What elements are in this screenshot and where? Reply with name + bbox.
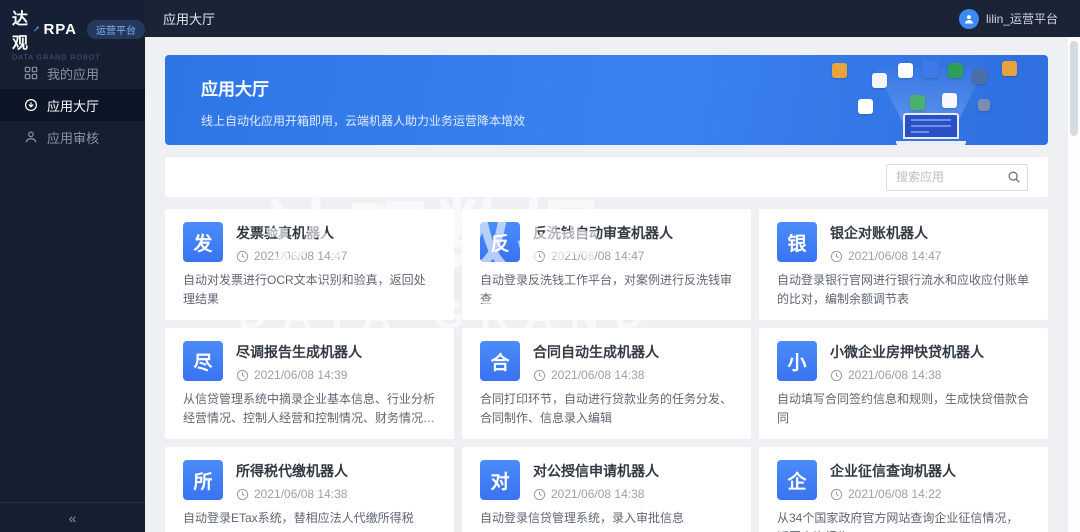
app-icon: 尽 — [183, 341, 223, 381]
brand-logo: 达观 RPA 运营平台 DATA GRAND ROBOT — [0, 0, 145, 37]
app-icon: 合 — [480, 341, 520, 381]
clock-icon — [236, 488, 249, 501]
app-time: 2021/06/08 14:38 — [551, 368, 644, 382]
app-description: 合同打印环节，自动进行贷款业务的任务分发、合同制作、信息录入编辑 — [480, 390, 733, 427]
app-time: 2021/06/08 14:22 — [848, 487, 941, 501]
app-card-grid: 发 发票验真机器人 2021/06/08 14:47 自动对发票进行OCR文本识… — [165, 209, 1048, 532]
app-title: 对公授信申请机器人 — [533, 461, 659, 481]
app-card-bank-reconcile[interactable]: 银 银企对账机器人 2021/06/08 14:47 自动登录银行官网进行银行流… — [759, 209, 1048, 320]
app-icon: 反 — [480, 222, 520, 262]
app-time: 2021/06/08 14:47 — [254, 249, 347, 263]
app-icon: 小 — [777, 341, 817, 381]
main-content: 应用大厅 线上自动化应用开箱即用，云端机器人助力业务运营降本增效 — [145, 37, 1068, 532]
app-hall-banner: 应用大厅 线上自动化应用开箱即用，云端机器人助力业务运营降本增效 — [165, 55, 1048, 145]
clock-icon — [236, 369, 249, 382]
sidebar-item-label: 我的应用 — [47, 64, 99, 83]
collapse-icon: « — [69, 510, 77, 526]
sidebar-item-app-audit[interactable]: 应用审核 — [0, 121, 145, 153]
app-card-corp-credit-apply[interactable]: 对 对公授信申请机器人 2021/06/08 14:38 自动登录信贷管理系统，… — [462, 447, 751, 532]
folder-icon — [1002, 61, 1017, 76]
app-icon: 对 — [480, 460, 520, 500]
app-card-credit-inquiry[interactable]: 企 企业征信查询机器人 2021/06/08 14:22 从34个国家政府官方网… — [759, 447, 1048, 532]
sidebar-item-label: 应用审核 — [47, 128, 99, 147]
app-icon: 所 — [183, 460, 223, 500]
app-time: 2021/06/08 14:47 — [848, 249, 941, 263]
app-description: 自动登录反洗钱工作平台，对案例进行反洗钱审查 — [480, 271, 733, 308]
app-title: 银企对账机器人 — [830, 223, 941, 243]
clock-icon — [533, 488, 546, 501]
scrollbar-thumb[interactable] — [1070, 41, 1078, 136]
app-time: 2021/06/08 14:39 — [254, 368, 347, 382]
banner-illustration — [820, 55, 1030, 145]
app-title: 企业征信查询机器人 — [830, 461, 956, 481]
sidebar-item-app-hall[interactable]: 应用大厅 — [0, 89, 145, 121]
app-card-invoice-verify[interactable]: 发 发票验真机器人 2021/06/08 14:47 自动对发票进行OCR文本识… — [165, 209, 454, 320]
app-icon: 银 — [777, 222, 817, 262]
app-time: 2021/06/08 14:38 — [551, 487, 644, 501]
app-description: 自动登录ETax系统，替相应法人代缴所得税 — [183, 509, 436, 528]
app-time: 2021/06/08 14:38 — [254, 487, 347, 501]
clock-icon — [533, 369, 546, 382]
sidebar-collapse-button[interactable]: « — [0, 502, 145, 532]
sidebar-item-label: 应用大厅 — [47, 96, 99, 115]
app-title: 所得税代缴机器人 — [236, 461, 348, 481]
platform-badge: 运营平台 — [87, 20, 145, 39]
clock-icon — [830, 250, 843, 263]
search-icon[interactable] — [1007, 170, 1021, 184]
rocket-icon — [33, 22, 39, 36]
hall-icon — [24, 98, 38, 112]
doc-icon — [978, 99, 990, 111]
sidebar-item-my-apps[interactable]: 我的应用 — [0, 57, 145, 89]
brand-name-cn: 达观 — [12, 5, 29, 53]
app-card-contract-gen[interactable]: 合 合同自动生成机器人 2021/06/08 14:38 合同打印环节，自动进行… — [462, 328, 751, 439]
banner-subtitle: 线上自动化应用开箱即用，云端机器人助力业务运营降本增效 — [201, 112, 1048, 129]
app-description: 自动填写合同签约信息和规则，生成快贷借款合同 — [777, 390, 1030, 427]
app-card-dd-report[interactable]: 尽 尽调报告生成机器人 2021/06/08 14:39 从信贷管理系统中摘录企… — [165, 328, 454, 439]
clock-icon — [830, 488, 843, 501]
audit-icon — [24, 130, 38, 144]
app-title: 尽调报告生成机器人 — [236, 342, 362, 362]
app-title: 发票验真机器人 — [236, 223, 347, 243]
vertical-scrollbar[interactable] — [1068, 37, 1080, 532]
topnav-tab-app-hall[interactable]: 应用大厅 — [163, 9, 215, 28]
app-description: 自动登录信贷管理系统，录入审批信息 — [480, 509, 733, 528]
topbar: 达观 RPA 运营平台 DATA GRAND ROBOT 应用大厅 lilin_… — [0, 0, 1080, 37]
app-card-sme-loan[interactable]: 小 小微企业房押快贷机器人 2021/06/08 14:38 自动填写合同签约信… — [759, 328, 1048, 439]
app-title: 合同自动生成机器人 — [533, 342, 659, 362]
brand-subtitle: DATA GRAND ROBOT — [12, 53, 118, 61]
clock-icon — [830, 369, 843, 382]
grid-icon — [24, 66, 38, 80]
search-strip — [165, 157, 1048, 197]
app-card-aml-review[interactable]: 反 反洗钱自动审查机器人 2021/06/08 14:47 自动登录反洗钱工作平… — [462, 209, 751, 320]
app-description: 从34个国家政府官方网站查询企业征信情况，返回查询报告 — [777, 509, 1030, 532]
banner-title: 应用大厅 — [201, 75, 1048, 100]
clock-icon — [236, 250, 249, 263]
app-title: 反洗钱自动审查机器人 — [533, 223, 673, 243]
app-card-income-tax[interactable]: 所 所得税代缴机器人 2021/06/08 14:38 自动登录ETax系统，替… — [165, 447, 454, 532]
app-time: 2021/06/08 14:47 — [551, 249, 644, 263]
sidebar: 我的应用 应用大厅 应用审核 « — [0, 37, 145, 532]
app-description: 自动对发票进行OCR文本识别和验真，返回处理结果 — [183, 271, 436, 308]
app-icon: 发 — [183, 222, 223, 262]
app-title: 小微企业房押快贷机器人 — [830, 342, 984, 362]
user-menu[interactable]: lilin_运营平台 — [959, 9, 1058, 29]
app-description: 自动登录银行官网进行银行流水和应收应付账单的比对，编制余额调节表 — [777, 271, 1030, 308]
brand-name-en: RPA — [43, 21, 77, 38]
app-icon: 企 — [777, 460, 817, 500]
app-time: 2021/06/08 14:38 — [848, 368, 941, 382]
clock-icon — [533, 250, 546, 263]
app-description: 从信贷管理系统中摘录企业基本信息、行业分析经营情况、控制人经营和控制情况、财务情… — [183, 390, 436, 427]
user-name: lilin_运营平台 — [986, 10, 1058, 27]
user-avatar-icon — [959, 9, 979, 29]
